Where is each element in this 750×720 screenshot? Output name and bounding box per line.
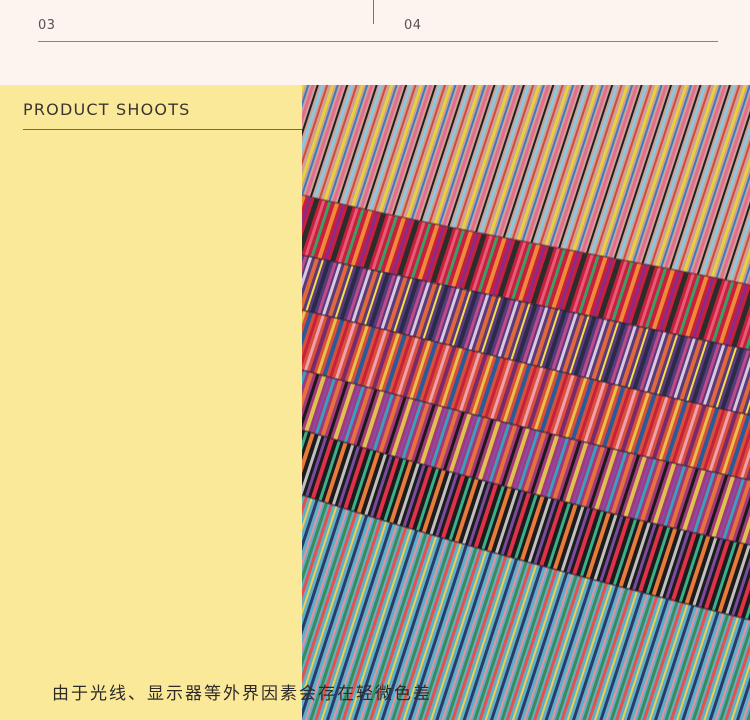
header-divider — [373, 0, 374, 24]
yellow-panel — [0, 85, 302, 720]
section-title: PRODUCT SHOOTS — [23, 100, 191, 119]
color-disclaimer: 由于光线、显示器等外界因素会存在轻微色差 — [52, 684, 432, 704]
page-number-left: 03 — [38, 18, 56, 33]
header-rule — [38, 41, 718, 42]
page-number-right: 04 — [404, 18, 422, 33]
fabric-photo — [302, 85, 750, 720]
fabric-stripes-image — [302, 85, 750, 720]
header-band — [0, 0, 750, 85]
title-rule — [23, 129, 302, 130]
